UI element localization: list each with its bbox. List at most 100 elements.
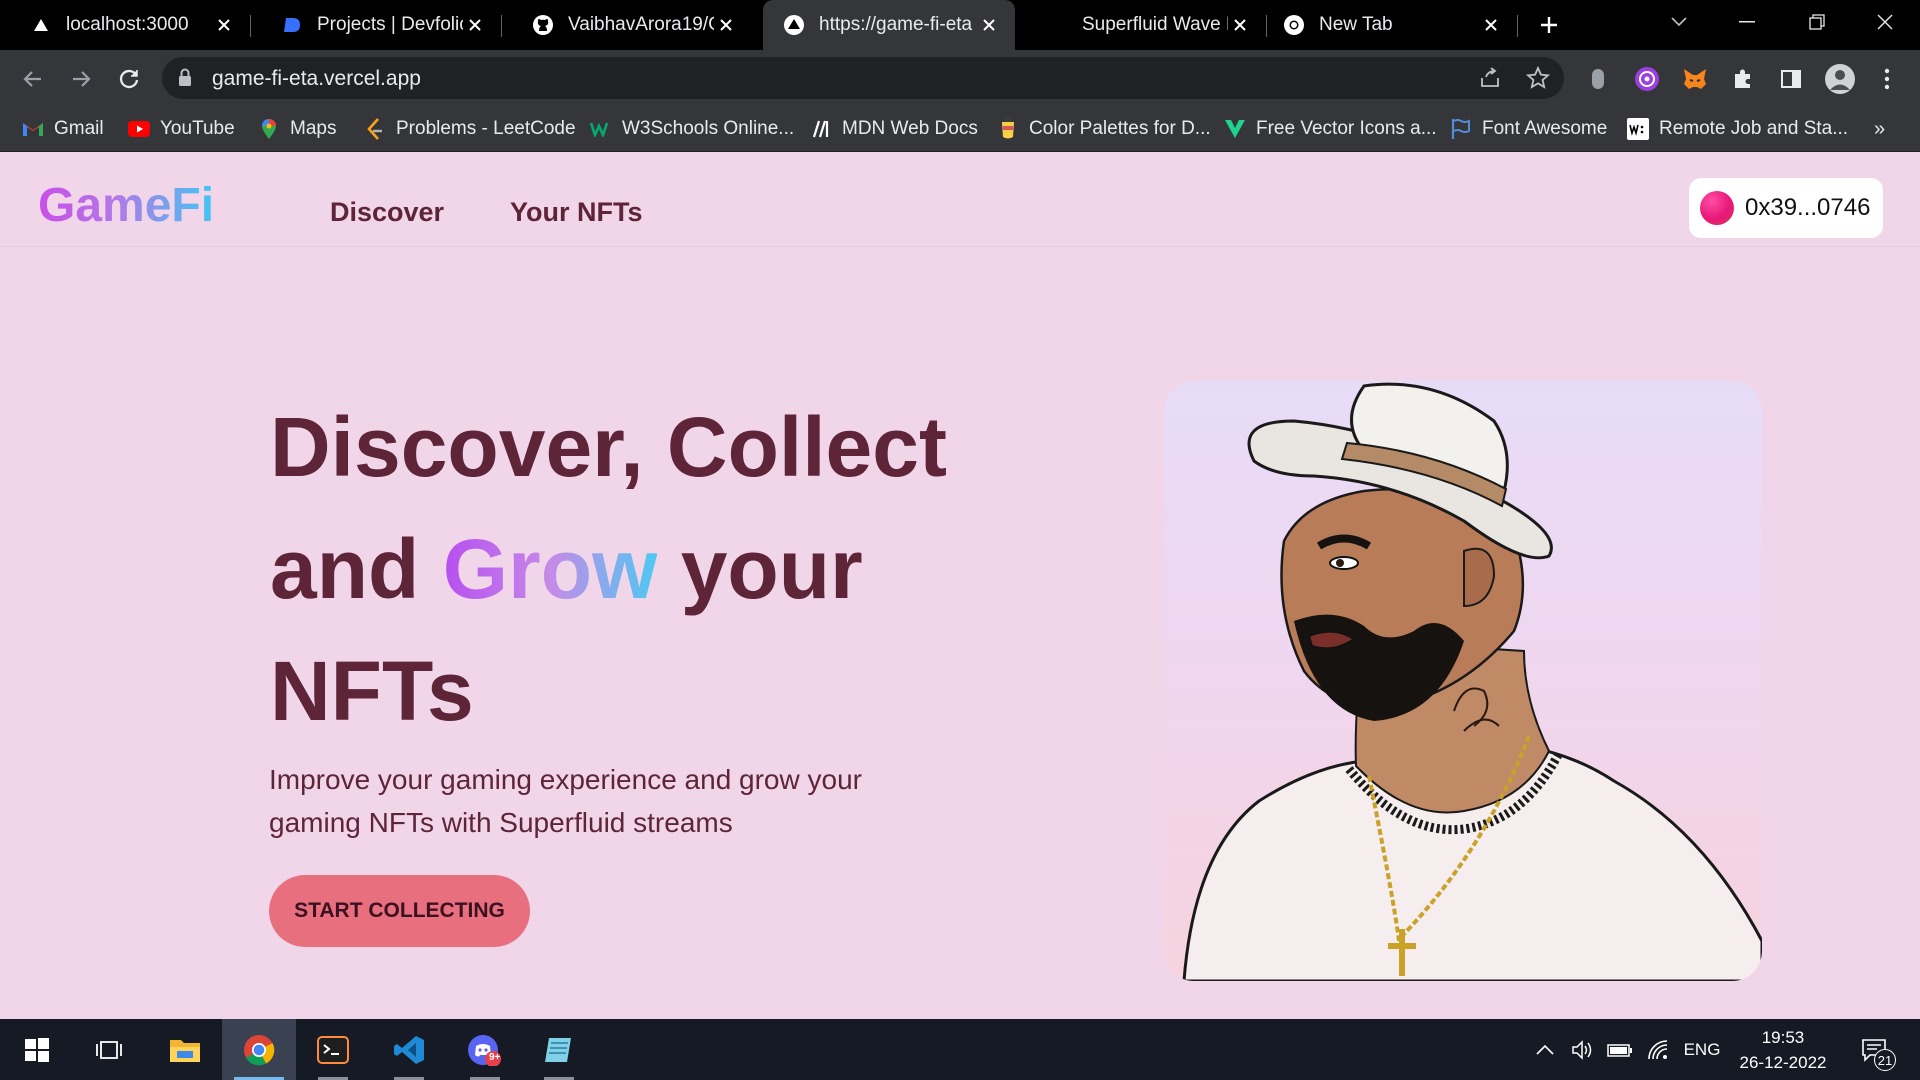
w3schools-icon <box>590 118 612 140</box>
bookmark-label: Free Vector Icons a... <box>1256 118 1437 139</box>
tab-title: Superfluid Wave Po <box>1082 14 1228 35</box>
chrome-menu-icon[interactable] <box>1874 66 1900 92</box>
address-bar[interactable]: game-fi-eta.vercel.app <box>162 57 1564 99</box>
vector-icon <box>1224 118 1246 140</box>
restore-button[interactable] <box>1782 0 1852 44</box>
bookmark-leetcode[interactable]: Problems - LeetCode <box>364 116 576 142</box>
browser-toolbar: game-fi-eta.vercel.app <box>0 50 1920 106</box>
more-bookmarks-button[interactable]: » <box>1874 116 1885 142</box>
language-indicator[interactable]: ENG <box>1682 1019 1722 1080</box>
nav-link-discover[interactable]: Discover <box>330 197 444 228</box>
chrome-icon[interactable] <box>222 1019 296 1080</box>
bookmark-star-icon[interactable] <box>1526 66 1550 90</box>
share-icon[interactable] <box>1478 66 1502 90</box>
mdn-icon <box>810 118 832 140</box>
wallet-address: 0x39...0746 <box>1745 194 1871 221</box>
close-tab-icon[interactable] <box>714 13 738 37</box>
close-window-button[interactable] <box>1850 0 1920 44</box>
close-tab-icon[interactable] <box>1479 13 1503 37</box>
tab-localhost[interactable]: localhost:3000 <box>0 0 250 50</box>
close-tab-icon[interactable] <box>463 13 487 37</box>
extension-purple-icon[interactable] <box>1634 66 1660 92</box>
tab-divider <box>1517 15 1518 37</box>
profile-avatar-icon[interactable] <box>1824 63 1856 95</box>
bookmark-maps[interactable]: Maps <box>258 116 336 142</box>
tab-game-fi[interactable]: https://game-fi-eta <box>763 0 1015 50</box>
lock-icon[interactable] <box>178 68 192 91</box>
reload-button[interactable] <box>112 62 146 96</box>
back-button[interactable] <box>16 62 50 96</box>
bookmark-youtube[interactable]: YouTube <box>128 116 235 142</box>
tab-github[interactable]: VaibhavArora19/Ga <box>502 0 752 50</box>
site-logo[interactable]: GameFi <box>38 178 214 233</box>
bookmark-vector-icons[interactable]: Free Vector Icons a... <box>1224 116 1437 142</box>
windows-taskbar: 9+ ENG 19:53 26-12-2022 21 <box>0 1019 1920 1080</box>
terminal-icon[interactable] <box>296 1019 370 1080</box>
show-hidden-icons-icon[interactable] <box>1532 1019 1558 1080</box>
colorhunt-icon <box>997 118 1019 140</box>
hero-title-your: your <box>657 522 863 616</box>
wifi-icon[interactable] <box>1644 1019 1674 1080</box>
tab-devfolio[interactable]: Projects | Devfolio <box>251 0 501 50</box>
hero-subtitle: Improve your gaming experience and grow … <box>269 764 862 838</box>
hero-title-line1: Discover, Collect <box>270 400 947 494</box>
tab-superfluid[interactable]: Superfluid Wave Po <box>1016 0 1266 50</box>
wellfound-icon <box>1627 118 1649 140</box>
hero-title-highlight: Grow <box>442 522 658 616</box>
side-panel-icon[interactable] <box>1778 66 1804 92</box>
discord-icon[interactable]: 9+ <box>448 1019 522 1080</box>
bookmark-font-awesome[interactable]: Font Awesome <box>1450 116 1607 142</box>
tab-title: Projects | Devfolio <box>317 14 463 35</box>
tab-new-tab[interactable]: New Tab <box>1267 0 1517 50</box>
chrome-icon <box>1283 14 1305 36</box>
bookmarks-bar: Gmail YouTube Maps Problems - LeetCode W… <box>0 106 1920 152</box>
bookmark-label: Remote Job and Sta... <box>1659 118 1849 139</box>
clock-time: 19:53 <box>1761 1028 1805 1047</box>
system-clock[interactable]: 19:53 26-12-2022 <box>1728 1025 1838 1075</box>
gmail-icon <box>22 118 44 140</box>
wallet-avatar <box>1700 191 1734 225</box>
bookmark-label: Problems - LeetCode <box>396 118 576 139</box>
start-collecting-button[interactable]: START COLLECTING <box>269 875 530 947</box>
hero-title-and: and <box>270 522 443 616</box>
browser-tab-strip: localhost:3000 Projects | Devfolio Vaibh… <box>0 0 1920 50</box>
task-view-icon[interactable] <box>72 1019 146 1080</box>
notepad-icon[interactable] <box>522 1019 596 1080</box>
extensions-puzzle-icon[interactable] <box>1730 66 1756 92</box>
extension-mouse-icon[interactable] <box>1585 66 1611 92</box>
file-explorer-icon[interactable] <box>148 1019 222 1080</box>
notification-count: 21 <box>1874 1049 1896 1071</box>
wallet-button[interactable]: 0x39...0746 <box>1689 178 1883 238</box>
forward-button[interactable] <box>64 62 98 96</box>
battery-icon[interactable] <box>1604 1019 1636 1080</box>
new-tab-button[interactable] <box>1532 12 1566 38</box>
github-icon <box>532 14 554 36</box>
close-tab-icon[interactable] <box>977 13 1001 37</box>
hero-title: Discover, Collect and Grow your NFTs <box>270 386 1050 752</box>
close-tab-icon[interactable] <box>212 13 236 37</box>
page-content: GameFi Discover Your NFTs 0x39...0746 Di… <box>0 153 1920 1019</box>
close-tab-icon[interactable] <box>1228 13 1252 37</box>
tab-search-button[interactable] <box>1644 0 1714 44</box>
bookmark-mdn[interactable]: MDN Web Docs <box>810 116 978 142</box>
tab-title: New Tab <box>1319 14 1393 35</box>
youtube-icon <box>128 118 150 140</box>
minimize-button[interactable] <box>1712 0 1782 44</box>
metamask-fox-icon[interactable] <box>1682 66 1708 92</box>
windows-start-icon[interactable] <box>0 1019 74 1080</box>
url-text: game-fi-eta.vercel.app <box>212 67 421 90</box>
vercel-triangle-icon <box>30 14 52 36</box>
bookmark-remote-jobs[interactable]: Remote Job and Sta... <box>1627 116 1848 142</box>
vscode-icon[interactable] <box>372 1019 446 1080</box>
hero-title-nfts: NFTs <box>270 644 474 738</box>
bookmark-label: MDN Web Docs <box>842 118 978 139</box>
bookmark-color-palettes[interactable]: Color Palettes for D... <box>997 116 1211 142</box>
bookmark-label: Color Palettes for D... <box>1029 118 1211 139</box>
notification-center-icon[interactable]: 21 <box>1852 1019 1896 1080</box>
nav-link-your-nfts[interactable]: Your NFTs <box>510 197 643 228</box>
bookmark-gmail[interactable]: Gmail <box>22 116 104 142</box>
nft-character-illustration <box>1164 381 1762 981</box>
volume-icon[interactable] <box>1568 1019 1598 1080</box>
site-navbar: GameFi Discover Your NFTs 0x39...0746 <box>0 153 1920 247</box>
bookmark-w3schools[interactable]: W3Schools Online... <box>590 116 794 142</box>
